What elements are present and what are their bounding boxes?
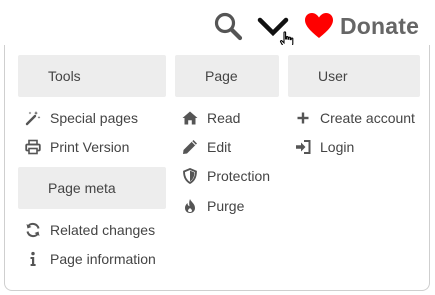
menu-item-label: Edit bbox=[207, 139, 232, 155]
donate-label: Donate bbox=[340, 12, 420, 39]
menu-item-label: Page information bbox=[50, 251, 156, 267]
menu-item-label: Protection bbox=[207, 168, 271, 184]
menu-item-label: Login bbox=[320, 139, 355, 155]
more-menu-dropdown: Tools Special pages Print Version Page m… bbox=[4, 45, 430, 291]
sign-in-icon bbox=[295, 139, 311, 155]
fire-icon bbox=[182, 198, 198, 214]
menu-item-page-information[interactable]: Page information bbox=[25, 248, 156, 270]
info-icon bbox=[25, 251, 41, 267]
menu-item-create-account[interactable]: Create account bbox=[295, 107, 415, 129]
page-meta-heading: Page meta bbox=[18, 167, 166, 209]
menu-item-label: Purge bbox=[207, 198, 245, 214]
plus-icon bbox=[295, 110, 311, 126]
menu-item-related-changes[interactable]: Related changes bbox=[25, 219, 155, 241]
user-heading: User bbox=[288, 55, 420, 97]
home-icon bbox=[182, 110, 198, 126]
menu-item-special-pages[interactable]: Special pages bbox=[25, 107, 138, 129]
donate-button[interactable]: Donate bbox=[304, 10, 419, 42]
menu-item-label: Print Version bbox=[50, 139, 130, 155]
menu-item-label: Read bbox=[207, 110, 241, 126]
magic-wand-icon bbox=[25, 110, 41, 126]
printer-icon bbox=[25, 139, 41, 155]
pencil-icon bbox=[182, 139, 198, 155]
tools-heading: Tools bbox=[18, 55, 166, 97]
menu-item-label: Related changes bbox=[50, 222, 156, 238]
menu-item-read[interactable]: Read bbox=[182, 107, 240, 129]
menu-item-print-version[interactable]: Print Version bbox=[25, 136, 129, 158]
menu-item-protection[interactable]: Protection bbox=[182, 165, 270, 187]
menu-item-login[interactable]: Login bbox=[295, 136, 354, 158]
heart-icon bbox=[305, 13, 333, 38]
shield-icon bbox=[182, 168, 198, 184]
page-heading: Page bbox=[175, 55, 279, 97]
search-icon bbox=[214, 12, 243, 41]
menu-item-label: Create account bbox=[320, 110, 415, 126]
menu-item-edit[interactable]: Edit bbox=[182, 136, 231, 158]
menu-item-label: Special pages bbox=[50, 110, 138, 126]
menu-item-purge[interactable]: Purge bbox=[182, 195, 244, 217]
refresh-icon bbox=[25, 222, 41, 238]
search-button[interactable] bbox=[213, 11, 243, 41]
